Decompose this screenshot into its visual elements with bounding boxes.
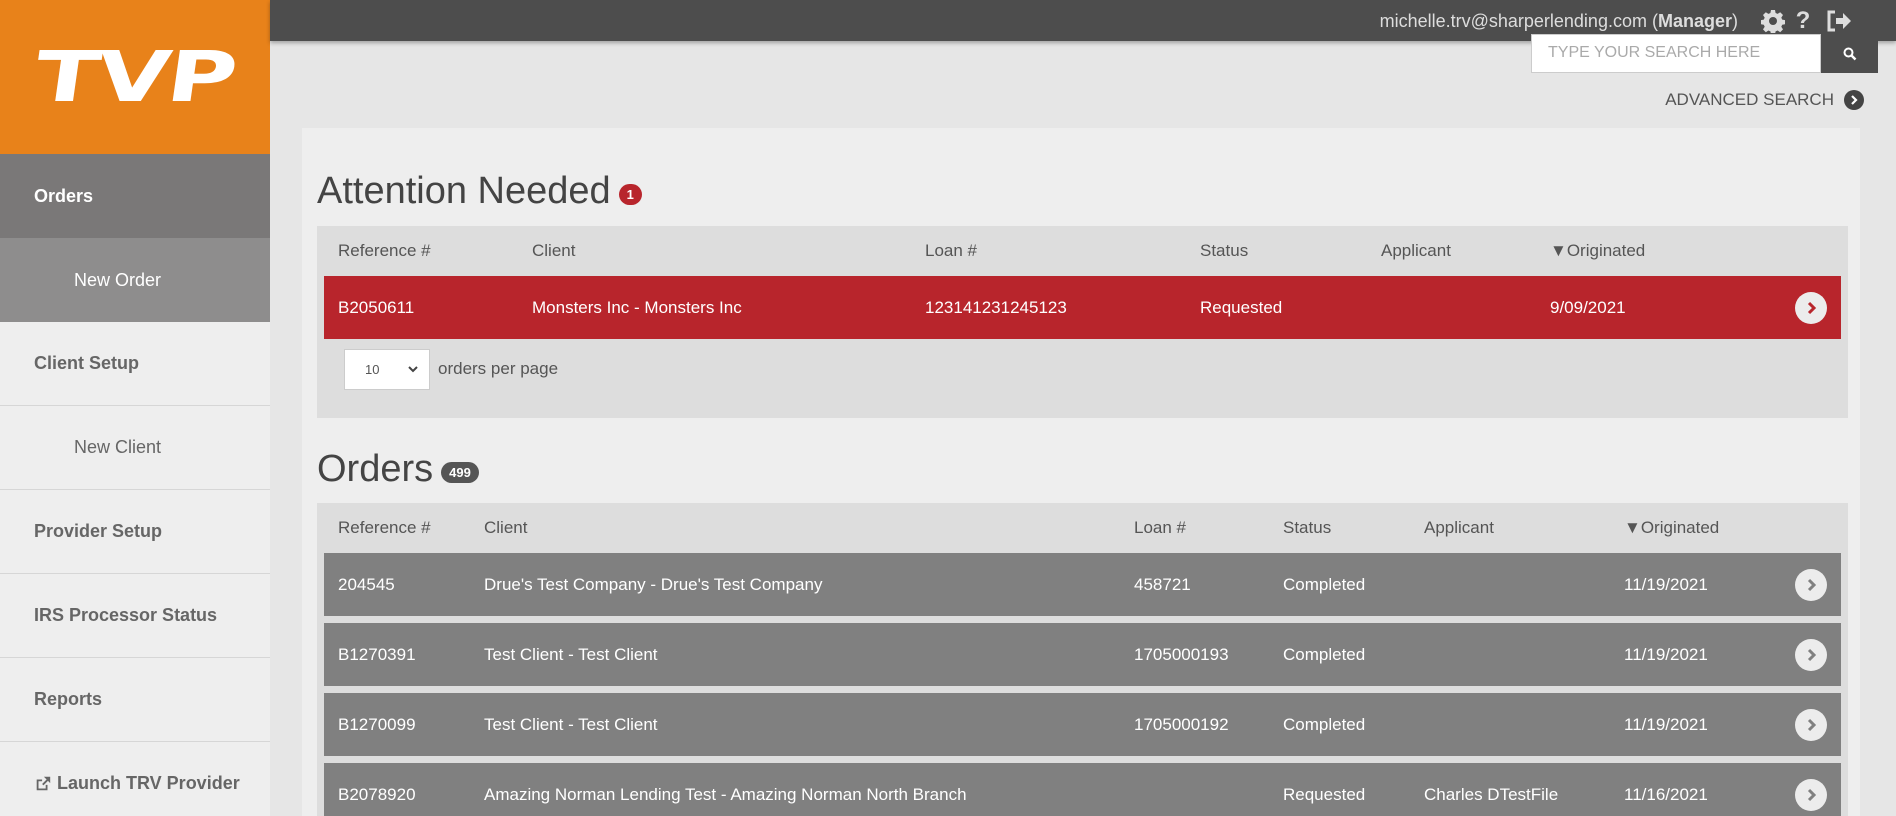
- main-content: Attention Needed 1 Reference # Client Lo…: [302, 128, 1860, 816]
- cell-reference: B1270391: [338, 645, 416, 664]
- cell-status: Requested: [1200, 298, 1283, 317]
- cell-status: Completed: [1283, 575, 1366, 594]
- table-row[interactable]: B2078920 Amazing Norman Lending Test - A…: [324, 763, 1841, 816]
- chevron-right-icon: [1844, 90, 1864, 110]
- col-header-loan[interactable]: Loan #: [1134, 518, 1186, 538]
- chevron-down-icon: [408, 366, 418, 373]
- advanced-search-link[interactable]: ADVANCED SEARCH: [1665, 90, 1864, 110]
- col-header-applicant[interactable]: Applicant: [1424, 518, 1494, 538]
- logout-icon[interactable]: [1826, 8, 1852, 34]
- sidebar-item-irs-processor-status[interactable]: IRS Processor Status: [0, 574, 270, 658]
- col-header-client[interactable]: Client: [532, 241, 575, 261]
- sidebar-item-reports[interactable]: Reports: [0, 658, 270, 742]
- sidebar-item-launch-trv-provider[interactable]: Launch TRV Provider: [0, 742, 270, 816]
- cell-reference: 204545: [338, 575, 395, 594]
- col-header-client[interactable]: Client: [484, 518, 527, 538]
- cell-status: Completed: [1283, 715, 1366, 734]
- cell-status: Completed: [1283, 645, 1366, 664]
- logo-text: TVP: [29, 36, 241, 118]
- cell-applicant: Charles DTestFile: [1424, 785, 1559, 804]
- logo[interactable]: TVP: [0, 0, 270, 154]
- user-role: Manager: [1657, 11, 1732, 31]
- row-open-icon[interactable]: [1795, 779, 1827, 811]
- table-row[interactable]: B1270391 Test Client - Test Client 17050…: [324, 623, 1841, 686]
- advanced-search-label: ADVANCED SEARCH: [1665, 90, 1834, 109]
- orders-count-badge: 499: [441, 462, 479, 483]
- table-row[interactable]: 204545 Drue's Test Company - Drue's Test…: [324, 553, 1841, 616]
- pagination-control: 10 orders per page: [317, 346, 1848, 398]
- cell-loan: 458721: [1134, 575, 1191, 594]
- gear-icon[interactable]: [1760, 8, 1786, 34]
- col-header-reference[interactable]: Reference #: [338, 518, 431, 538]
- col-header-originated[interactable]: ▼Originated: [1624, 518, 1719, 538]
- cell-reference: B1270099: [338, 715, 416, 734]
- attention-count-badge: 1: [618, 184, 642, 205]
- row-open-icon[interactable]: [1795, 639, 1827, 671]
- cell-loan: 1705000193: [1134, 645, 1229, 664]
- col-header-status[interactable]: Status: [1200, 241, 1248, 261]
- orders-table: Reference # Client Loan # Status Applica…: [317, 503, 1848, 816]
- attention-title-text: Attention Needed: [317, 170, 611, 212]
- cell-client: Drue's Test Company - Drue's Test Compan…: [484, 575, 823, 594]
- cell-loan: 123141231245123: [925, 298, 1067, 317]
- cell-status: Requested: [1283, 785, 1366, 804]
- help-icon[interactable]: ?: [1790, 7, 1816, 34]
- user-email: michelle.trv@sharperlending.com: [1379, 11, 1647, 31]
- per-page-select[interactable]: 10: [344, 349, 430, 390]
- external-link-icon: [36, 776, 51, 790]
- cell-reference: B2078920: [338, 785, 416, 804]
- col-header-loan[interactable]: Loan #: [925, 241, 977, 261]
- attention-title: Attention Needed 1: [317, 170, 642, 213]
- per-page-value: 10: [365, 362, 380, 377]
- table-header: Reference # Client Loan # Status Applica…: [317, 226, 1848, 276]
- cell-client: Monsters Inc - Monsters Inc: [532, 298, 742, 317]
- sidebar-item-label: Launch TRV Provider: [57, 773, 240, 793]
- cell-originated: 11/16/2021: [1624, 785, 1708, 804]
- sidebar-item-client-setup[interactable]: Client Setup: [0, 322, 270, 406]
- cell-client: Amazing Norman Lending Test - Amazing No…: [484, 785, 967, 804]
- col-header-originated[interactable]: ▼Originated: [1550, 241, 1645, 261]
- orders-title: Orders 499: [317, 448, 479, 491]
- cell-loan: 1705000192: [1134, 715, 1229, 734]
- sidebar-item-orders[interactable]: Orders: [0, 154, 270, 238]
- table-row[interactable]: B1270099 Test Client - Test Client 17050…: [324, 693, 1841, 756]
- sidebar: TVP Orders New Order Client Setup New Cl…: [0, 0, 270, 816]
- search-icon: [1843, 47, 1856, 60]
- cell-reference: B2050611: [338, 298, 415, 317]
- sidebar-item-new-order[interactable]: New Order: [0, 238, 270, 322]
- row-open-icon[interactable]: [1795, 709, 1827, 741]
- cell-originated: 11/19/2021: [1624, 715, 1708, 734]
- sidebar-item-new-client[interactable]: New Client: [0, 406, 270, 490]
- cell-originated: 9/09/2021: [1550, 298, 1626, 317]
- cell-client: Test Client - Test Client: [484, 645, 658, 664]
- user-info: michelle.trv@sharperlending.com (Manager…: [1379, 11, 1738, 31]
- cell-originated: 11/19/2021: [1624, 575, 1708, 594]
- cell-originated: 11/19/2021: [1624, 645, 1708, 664]
- row-open-icon[interactable]: [1795, 292, 1827, 324]
- search-button[interactable]: [1821, 34, 1878, 73]
- orders-title-text: Orders: [317, 448, 434, 490]
- table-header: Reference # Client Loan # Status Applica…: [317, 503, 1848, 553]
- sidebar-item-provider-setup[interactable]: Provider Setup: [0, 490, 270, 574]
- row-open-icon[interactable]: [1795, 569, 1827, 601]
- table-row[interactable]: B2050611 Monsters Inc - Monsters Inc 123…: [324, 276, 1841, 339]
- col-header-reference[interactable]: Reference #: [338, 241, 431, 261]
- cell-client: Test Client - Test Client: [484, 715, 658, 734]
- per-page-label: orders per page: [438, 359, 559, 378]
- search-input[interactable]: TYPE YOUR SEARCH HERE: [1531, 34, 1821, 73]
- attention-table: Reference # Client Loan # Status Applica…: [317, 226, 1848, 418]
- col-header-status[interactable]: Status: [1283, 518, 1331, 538]
- col-header-applicant[interactable]: Applicant: [1381, 241, 1451, 261]
